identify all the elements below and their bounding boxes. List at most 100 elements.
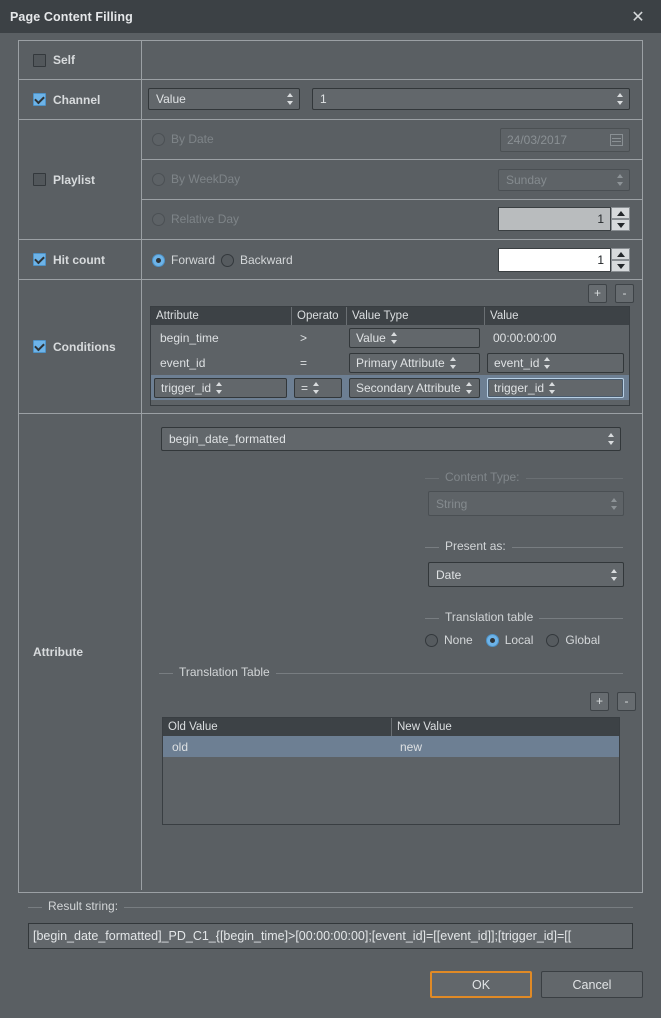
- radio-none[interactable]: None: [425, 633, 473, 647]
- playlist-by-weekday-row: By WeekDay Sunday: [142, 160, 642, 200]
- radio-relative-day[interactable]: Relative Day: [152, 212, 239, 226]
- radio-none-dot[interactable]: [425, 634, 438, 647]
- cell-operator[interactable]: =: [291, 375, 346, 400]
- value-select[interactable]: trigger_id: [487, 378, 624, 398]
- checkbox-self[interactable]: Self: [33, 53, 75, 67]
- close-icon[interactable]: ✕: [615, 0, 661, 33]
- value-type-select[interactable]: Value: [349, 328, 480, 348]
- cell-new-value[interactable]: new: [391, 736, 619, 757]
- settings-grid: Self Channel Value 1: [18, 40, 643, 893]
- table-row[interactable]: event_id = Primary Attribute event_id: [151, 350, 629, 375]
- cell-value-type[interactable]: Primary Attribute: [346, 350, 484, 375]
- result-string-field[interactable]: [begin_date_formatted]_PD_C1_{[begin_tim…: [28, 923, 633, 949]
- hit-count-stepper[interactable]: 1: [498, 248, 630, 272]
- attribute-select[interactable]: trigger_id: [154, 378, 287, 398]
- cell-attribute[interactable]: trigger_id: [151, 375, 291, 400]
- radio-relative-day-dot[interactable]: [152, 213, 165, 226]
- checkbox-hit-count[interactable]: Hit count: [33, 253, 105, 267]
- operator-value: =: [301, 381, 308, 395]
- row-hit-count: Hit count Forward Backward 1: [19, 240, 642, 280]
- radio-local-dot[interactable]: [486, 634, 499, 647]
- row-playlist-label-cell: Playlist: [19, 120, 142, 239]
- hit-count-value[interactable]: 1: [498, 248, 611, 272]
- value-type-value: Value: [356, 331, 386, 345]
- checkbox-conditions[interactable]: Conditions: [33, 340, 116, 354]
- col-attribute[interactable]: Attribute: [151, 307, 291, 325]
- by-date-input[interactable]: 24/03/2017: [500, 128, 630, 152]
- conditions-remove-button[interactable]: -: [615, 284, 634, 303]
- table-row[interactable]: trigger_id = Secondary: [151, 375, 629, 400]
- radio-by-date-dot[interactable]: [152, 133, 165, 146]
- col-new-value[interactable]: New Value: [391, 718, 619, 736]
- checkbox-hit-count-box[interactable]: [33, 253, 46, 266]
- translation-remove-button[interactable]: -: [617, 692, 636, 711]
- cell-old-value[interactable]: old: [163, 736, 391, 757]
- ok-button[interactable]: OK: [430, 971, 532, 998]
- radio-backward-dot[interactable]: [221, 254, 234, 267]
- table-row[interactable]: begin_time > Value 00:00:00:00: [151, 325, 629, 350]
- checkbox-playlist[interactable]: Playlist: [33, 173, 95, 187]
- present-as-select[interactable]: Date: [428, 562, 624, 587]
- weekday-select[interactable]: Sunday: [498, 169, 630, 191]
- value-type-select[interactable]: Primary Attribute: [349, 353, 480, 373]
- relative-day-stepper[interactable]: 1: [498, 207, 630, 231]
- chevron-updown-icon: [215, 381, 224, 395]
- checkbox-channel[interactable]: Channel: [33, 93, 100, 107]
- radio-forward[interactable]: Forward: [152, 253, 215, 267]
- conditions-add-button[interactable]: +: [588, 284, 607, 303]
- checkbox-conditions-box[interactable]: [33, 340, 46, 353]
- relative-day-value[interactable]: 1: [498, 207, 611, 231]
- cell-value[interactable]: trigger_id: [484, 375, 629, 400]
- present-as-title: Present as:: [439, 539, 512, 553]
- radio-by-weekday-dot[interactable]: [152, 173, 165, 186]
- channel-type-select[interactable]: Value: [148, 88, 300, 110]
- radio-relative-day-label: Relative Day: [171, 212, 239, 226]
- table-row[interactable]: old new: [163, 736, 619, 757]
- value-select[interactable]: event_id: [487, 353, 624, 373]
- radio-forward-dot[interactable]: [152, 254, 165, 267]
- stepper-down-icon[interactable]: [611, 260, 630, 272]
- row-attribute-content: begin_date_formatted Content Type: Strin…: [142, 414, 642, 890]
- cell-operator[interactable]: >: [291, 325, 346, 350]
- cancel-button[interactable]: Cancel: [541, 971, 643, 998]
- radio-by-date[interactable]: By Date: [152, 132, 214, 146]
- cell-attribute[interactable]: event_id: [151, 350, 291, 375]
- col-old-value[interactable]: Old Value: [163, 718, 391, 736]
- row-hit-count-label-cell: Hit count: [19, 240, 142, 279]
- content-type-title: Content Type:: [439, 470, 526, 484]
- row-attribute: Attribute begin_date_formatted Content T…: [19, 414, 642, 890]
- translation-table-title: Translation Table: [173, 665, 276, 679]
- operator-select[interactable]: =: [294, 378, 342, 398]
- translation-mode-radios: None Local Global: [425, 633, 600, 647]
- cell-value[interactable]: 00:00:00:00: [484, 325, 629, 350]
- translation-table: Old Value New Value old new: [162, 717, 620, 825]
- cell-value-type[interactable]: Secondary Attribute: [346, 375, 484, 400]
- channel-number-select[interactable]: 1: [312, 88, 630, 110]
- cell-value-type[interactable]: Value: [346, 325, 484, 350]
- stepper-down-icon[interactable]: [611, 219, 630, 231]
- checkbox-channel-box[interactable]: [33, 93, 46, 106]
- cell-attribute[interactable]: begin_time: [151, 325, 291, 350]
- stepper-up-icon[interactable]: [611, 207, 630, 219]
- checkbox-self-box[interactable]: [33, 54, 46, 67]
- value-type-select[interactable]: Secondary Attribute: [349, 378, 480, 398]
- chevron-updown-icon: [465, 381, 474, 395]
- col-value[interactable]: Value: [484, 307, 629, 325]
- channel-type-value: Value: [156, 92, 282, 106]
- content-type-select[interactable]: String: [428, 491, 624, 516]
- col-value-type[interactable]: Value Type: [346, 307, 484, 325]
- checkbox-playlist-box[interactable]: [33, 173, 46, 186]
- cell-value[interactable]: event_id: [484, 350, 629, 375]
- radio-local[interactable]: Local: [486, 633, 534, 647]
- attribute-select[interactable]: begin_date_formatted: [161, 427, 621, 451]
- radio-global-dot[interactable]: [546, 634, 559, 647]
- radio-backward[interactable]: Backward: [221, 253, 293, 267]
- radio-global[interactable]: Global: [546, 633, 600, 647]
- stepper-up-icon[interactable]: [611, 248, 630, 260]
- calendar-icon[interactable]: [610, 134, 623, 146]
- radio-by-weekday[interactable]: By WeekDay: [152, 172, 240, 186]
- translation-add-button[interactable]: +: [590, 692, 609, 711]
- cell-operator[interactable]: =: [291, 350, 346, 375]
- col-operator[interactable]: Operato: [291, 307, 346, 325]
- radio-backward-label: Backward: [240, 253, 293, 267]
